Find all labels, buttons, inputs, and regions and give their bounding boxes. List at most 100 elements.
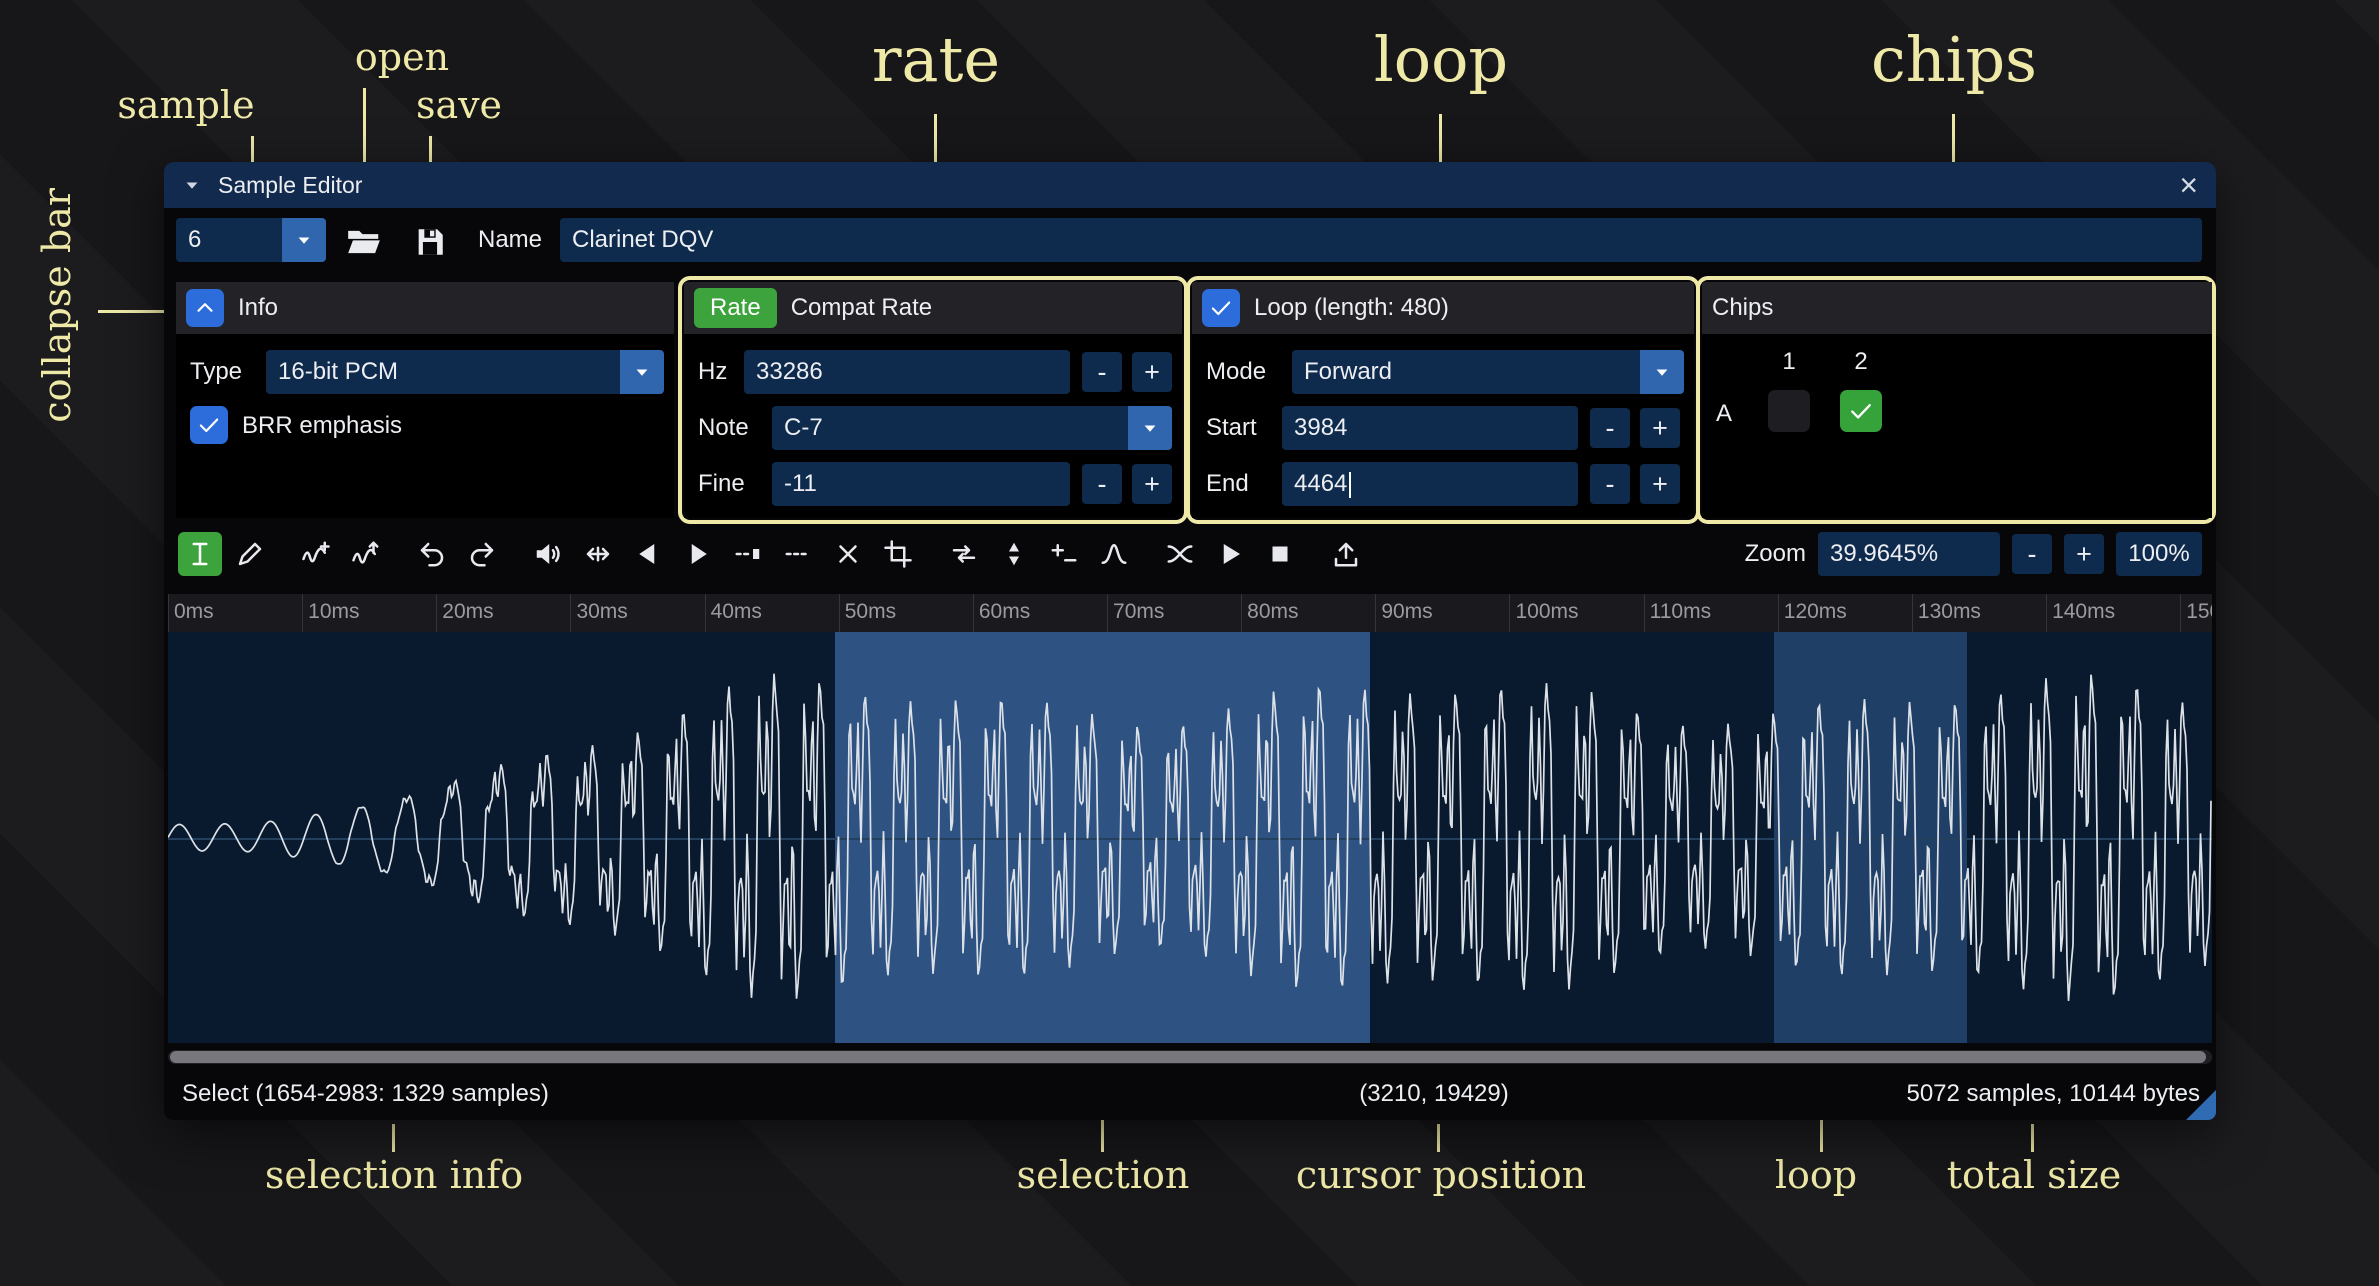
filter-button[interactable] bbox=[1092, 532, 1136, 576]
resize-button[interactable] bbox=[294, 532, 338, 576]
undo-button[interactable] bbox=[410, 532, 454, 576]
cursor-position-annotation-label: cursor position bbox=[1296, 1154, 1586, 1198]
waveform-area[interactable] bbox=[168, 632, 2212, 1043]
ruler-tick-line bbox=[1912, 594, 1913, 632]
cursor-position-annotation-line bbox=[1437, 1124, 1440, 1152]
redo-button[interactable] bbox=[460, 532, 504, 576]
type-label: Type bbox=[190, 350, 242, 394]
ruler-tick-line bbox=[436, 594, 437, 632]
sample-number-select[interactable]: 6 bbox=[176, 218, 326, 262]
fine-minus-button[interactable]: - bbox=[1082, 464, 1122, 504]
collapse-bar-button[interactable] bbox=[186, 289, 224, 327]
insert-silence-button[interactable] bbox=[726, 532, 770, 576]
loop-end-minus-button[interactable]: - bbox=[1590, 464, 1630, 504]
hz-plus-button[interactable]: + bbox=[1132, 352, 1172, 392]
resample-icon bbox=[351, 539, 381, 569]
note-value: C-7 bbox=[772, 406, 1128, 450]
ruler-tick-label: 70ms bbox=[1113, 600, 1164, 624]
chip-2-checkbox[interactable] bbox=[1840, 390, 1882, 432]
toolbar-button-groups bbox=[178, 532, 1368, 576]
open-button[interactable] bbox=[340, 218, 388, 266]
selection-annotation-label: selection bbox=[1017, 1154, 1190, 1198]
mode-label: Mode bbox=[1206, 350, 1266, 394]
rate-panel-header: Rate Compat Rate bbox=[684, 282, 1182, 334]
loop-end-input[interactable]: 4464 bbox=[1282, 462, 1578, 506]
draw-button[interactable] bbox=[228, 532, 272, 576]
loop-end-plus-button[interactable]: + bbox=[1640, 464, 1680, 504]
reverse-button[interactable] bbox=[942, 532, 986, 576]
fine-input[interactable]: -11 bbox=[772, 462, 1070, 506]
fade-out-button[interactable] bbox=[676, 532, 720, 576]
ruler-tick-line bbox=[302, 594, 303, 632]
loop-end-label: End bbox=[1206, 462, 1249, 506]
text-caret bbox=[1349, 472, 1351, 498]
ruler-tick-line bbox=[839, 594, 840, 632]
window-collapse-toggle[interactable] bbox=[182, 175, 202, 195]
close-button[interactable]: × bbox=[2179, 169, 2198, 201]
toolbar-group bbox=[526, 532, 920, 576]
ruler-tick-label: 150 bbox=[2186, 600, 2212, 624]
ruler-tick-line bbox=[1509, 594, 1510, 632]
chevron-down-icon-wrap bbox=[1128, 406, 1172, 450]
info-panel-header: Info bbox=[176, 282, 674, 334]
horizontal-scrollbar bbox=[168, 1050, 2212, 1064]
caret-down-icon bbox=[294, 230, 314, 250]
ruler-tick-label: 10ms bbox=[308, 600, 359, 624]
delete-button[interactable] bbox=[826, 532, 870, 576]
normalize-button[interactable] bbox=[576, 532, 620, 576]
zoom-reset-button[interactable]: 100% bbox=[2116, 532, 2202, 576]
resample-button[interactable] bbox=[344, 532, 388, 576]
collapse-bar-annotation-label: collapse bar bbox=[36, 188, 80, 423]
chip-1-checkbox[interactable] bbox=[1768, 390, 1810, 432]
selection-info-annotation-label: selection info bbox=[265, 1154, 523, 1198]
trim-button[interactable] bbox=[876, 532, 920, 576]
ruler-tick-label: 140ms bbox=[2052, 600, 2115, 624]
selection-info-annotation-line bbox=[392, 1124, 395, 1152]
loop-checkbox[interactable] bbox=[1202, 289, 1240, 327]
fade-in-button[interactable] bbox=[626, 532, 670, 576]
sign-button[interactable] bbox=[1042, 532, 1086, 576]
zoom-minus-button[interactable]: - bbox=[2012, 534, 2052, 574]
page: sample open save rate loop chips collaps… bbox=[0, 0, 2379, 1286]
caret-down-icon bbox=[632, 362, 652, 382]
crossfade-button[interactable] bbox=[1158, 532, 1202, 576]
upload-button[interactable] bbox=[1324, 532, 1368, 576]
note-select[interactable]: C-7 bbox=[772, 406, 1172, 450]
loop-mode-select[interactable]: Forward bbox=[1292, 350, 1684, 394]
zoom-plus-button[interactable]: + bbox=[2064, 534, 2104, 574]
scrollbar-thumb[interactable] bbox=[170, 1051, 2206, 1063]
rate-panel-title: Compat Rate bbox=[791, 294, 932, 322]
upload-icon bbox=[1331, 539, 1361, 569]
draw-icon bbox=[235, 539, 265, 569]
chip-column-2: 2 bbox=[1840, 344, 1882, 380]
resize-grip[interactable] bbox=[2186, 1090, 2216, 1120]
loop-start-input[interactable]: 3984 bbox=[1282, 406, 1578, 450]
hz-input[interactable]: 33286 bbox=[744, 350, 1070, 394]
sample-number-value: 6 bbox=[176, 218, 282, 262]
amplify-icon bbox=[533, 539, 563, 569]
type-select[interactable]: 16-bit PCM bbox=[266, 350, 664, 394]
zoom-input[interactable]: 39.9645% bbox=[1818, 532, 2000, 576]
select-button[interactable] bbox=[178, 532, 222, 576]
preview-button[interactable] bbox=[1208, 532, 1252, 576]
zoom-label: Zoom bbox=[1745, 532, 1806, 576]
fine-plus-button[interactable]: + bbox=[1132, 464, 1172, 504]
hz-minus-button[interactable]: - bbox=[1082, 352, 1122, 392]
loop-start-minus-button[interactable]: - bbox=[1590, 408, 1630, 448]
fade-in-icon bbox=[633, 539, 663, 569]
caret-down-icon bbox=[1140, 418, 1160, 438]
ruler-tick-line bbox=[1107, 594, 1108, 632]
sample-editor-window: Sample Editor × 6 Name Clarinet DQV Info… bbox=[164, 162, 2216, 1120]
timeline-ruler: 0ms10ms20ms30ms40ms50ms60ms70ms80ms90ms1… bbox=[168, 594, 2212, 632]
toolbar-group bbox=[1158, 532, 1302, 576]
loop-start-plus-button[interactable]: + bbox=[1640, 408, 1680, 448]
brr-emphasis-checkbox[interactable] bbox=[190, 406, 228, 444]
save-button[interactable] bbox=[406, 218, 454, 266]
rate-mode-button[interactable]: Rate bbox=[694, 288, 777, 328]
stop-button[interactable] bbox=[1258, 532, 1302, 576]
chevron-down-icon-wrap bbox=[282, 218, 326, 262]
invert-button[interactable] bbox=[992, 532, 1036, 576]
amplify-button[interactable] bbox=[526, 532, 570, 576]
name-input[interactable]: Clarinet DQV bbox=[560, 218, 2202, 262]
apply-silence-button[interactable] bbox=[776, 532, 820, 576]
